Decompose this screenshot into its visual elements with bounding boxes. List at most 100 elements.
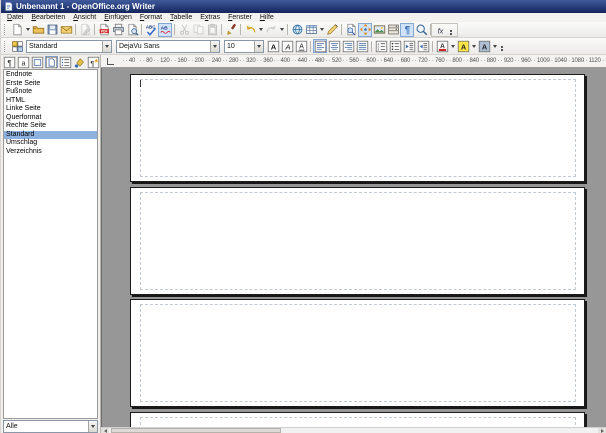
auto-spellcheck-button[interactable]: AB <box>158 23 172 37</box>
edit-file-button[interactable] <box>78 23 92 37</box>
scrollbar-thumb[interactable] <box>111 428 281 433</box>
styles-window-toggle-button[interactable] <box>10 39 24 53</box>
data-sources-button[interactable] <box>386 23 400 37</box>
style-filter-dropdown-button[interactable] <box>88 421 97 432</box>
font-size-selector-combobox[interactable]: 10 <box>224 40 264 53</box>
font-size-selector-value[interactable]: 10 <box>225 41 254 52</box>
horizontal-scrollbar[interactable] <box>101 427 606 433</box>
menu-tabelle[interactable]: Tabelle <box>166 13 196 22</box>
menu-ansicht[interactable]: Ansicht <box>69 13 100 22</box>
style-item-fußnote[interactable]: Fußnote <box>4 88 97 97</box>
list-styles-button[interactable] <box>59 56 72 68</box>
page-preview-button[interactable] <box>125 23 139 37</box>
underline-button[interactable]: A <box>294 39 308 53</box>
font-size-selector-dropdown-button[interactable] <box>254 41 263 52</box>
font-name-selector-dropdown-button[interactable] <box>210 41 219 52</box>
toolbar-overflow-button[interactable] <box>449 25 454 36</box>
paragraph-background-button[interactable]: A <box>477 39 491 53</box>
style-item-linke-seite[interactable]: Linke Seite <box>4 105 97 114</box>
save-document-button[interactable] <box>45 23 59 37</box>
formula-button[interactable]: fx <box>433 23 447 37</box>
menu-fenster[interactable]: Fenster <box>224 13 256 22</box>
new-document-button[interactable] <box>10 23 24 37</box>
menu-bearbeiten[interactable]: Bearbeiten <box>27 13 69 22</box>
undo-button[interactable] <box>243 23 257 37</box>
toolbar-drag-handle[interactable] <box>4 24 8 35</box>
menu-einfügen[interactable]: Einfügen <box>100 13 136 22</box>
document-page[interactable] <box>130 299 585 407</box>
menu-datei[interactable]: Datei <box>3 13 27 22</box>
hyperlink-button[interactable] <box>290 23 304 37</box>
find-and-replace-button[interactable] <box>344 23 358 37</box>
bold-button[interactable]: A <box>266 39 280 53</box>
document-page[interactable] <box>130 412 585 427</box>
style-filter-combobox[interactable]: Alle <box>3 420 98 433</box>
document-page[interactable] <box>130 187 585 295</box>
character-styles-button[interactable]: a <box>17 56 30 68</box>
page-styles-button[interactable] <box>45 56 58 68</box>
menu-format[interactable]: Format <box>136 13 166 22</box>
font-name-selector-combobox[interactable]: DejaVu Sans <box>116 40 220 53</box>
font-color-dropdown-button[interactable] <box>449 39 456 53</box>
align-center-button[interactable] <box>327 39 341 53</box>
scroll-right-button[interactable] <box>598 428 606 433</box>
document-page[interactable] <box>130 74 585 182</box>
format-paintbrush-button[interactable] <box>224 23 238 37</box>
style-item-querformat[interactable]: Querformat <box>4 114 97 123</box>
insert-table-button[interactable] <box>304 23 318 37</box>
redo-button[interactable] <box>264 23 278 37</box>
highlighting-button[interactable]: A <box>456 39 470 53</box>
style-item-endnote[interactable]: Endnote <box>4 71 97 80</box>
cut-button[interactable] <box>177 23 191 37</box>
open-document-button[interactable] <box>31 23 45 37</box>
style-item-standard[interactable]: Standard <box>4 131 97 140</box>
navigator-button[interactable] <box>358 23 372 37</box>
style-item-rechte-seite[interactable]: Rechte Seite <box>4 122 97 131</box>
formatting-marks-button[interactable]: ¶ <box>400 23 414 37</box>
style-item-erste-seite[interactable]: Erste Seite <box>4 80 97 89</box>
print-file-button[interactable] <box>111 23 125 37</box>
style-item-umschlag[interactable]: Umschlag <box>4 139 97 148</box>
tab-stop-selector-icon[interactable] <box>107 58 114 65</box>
bullets-on-off-button[interactable] <box>388 39 402 53</box>
frame-styles-button[interactable] <box>31 56 44 68</box>
style-filter-value[interactable]: Alle <box>4 421 88 432</box>
paragraph-style-selector-dropdown-button[interactable] <box>102 41 111 52</box>
style-item-verzeichnis[interactable]: Verzeichnis <box>4 148 97 157</box>
spellcheck-button[interactable]: ABC <box>144 23 158 37</box>
align-left-button[interactable] <box>313 39 327 53</box>
font-color-button[interactable]: A <box>435 39 449 53</box>
increase-indent-button[interactable] <box>416 39 430 53</box>
font-name-selector-value[interactable]: DejaVu Sans <box>117 41 210 52</box>
style-item-html[interactable]: HTML <box>4 97 97 106</box>
scroll-left-button[interactable] <box>101 428 109 433</box>
paragraph-styles-button[interactable]: ¶ <box>3 56 16 68</box>
copy-button[interactable] <box>191 23 205 37</box>
gallery-button[interactable] <box>372 23 386 37</box>
italic-button[interactable]: A <box>280 39 294 53</box>
fill-format-mode-button[interactable] <box>73 56 86 68</box>
export-as-pdf-button[interactable]: PDF <box>97 23 111 37</box>
paragraph-background-dropdown-button[interactable] <box>491 39 498 53</box>
align-justify-button[interactable] <box>355 39 369 53</box>
paragraph-style-selector-value[interactable]: Standard <box>27 41 102 52</box>
zoom-button[interactable] <box>414 23 428 37</box>
menu-hilfe[interactable]: Hilfe <box>256 13 278 22</box>
insert-table-dropdown-button[interactable] <box>318 23 325 37</box>
align-right-button[interactable] <box>341 39 355 53</box>
undo-dropdown-button[interactable] <box>257 23 264 37</box>
menu-extras[interactable]: Extras <box>196 13 224 22</box>
new-style-from-selection-button[interactable]: ¶ <box>87 56 100 68</box>
numbering-on-off-button[interactable]: 123 <box>374 39 388 53</box>
redo-dropdown-button[interactable] <box>278 23 285 37</box>
new-document-dropdown-button[interactable] <box>24 23 31 37</box>
toolbar-drag-handle[interactable] <box>4 41 8 52</box>
paste-button[interactable] <box>205 23 219 37</box>
decrease-indent-button[interactable] <box>402 39 416 53</box>
paragraph-style-selector-combobox[interactable]: Standard <box>26 40 112 53</box>
show-draw-functions-button[interactable] <box>325 23 339 37</box>
toolbar-overflow-button[interactable] <box>500 41 505 52</box>
highlighting-dropdown-button[interactable] <box>470 39 477 53</box>
horizontal-ruler[interactable]: · · 40· · 80· · 120· · 160· · 200· · 240… <box>101 55 606 68</box>
document-as-email-button[interactable] <box>59 23 73 37</box>
